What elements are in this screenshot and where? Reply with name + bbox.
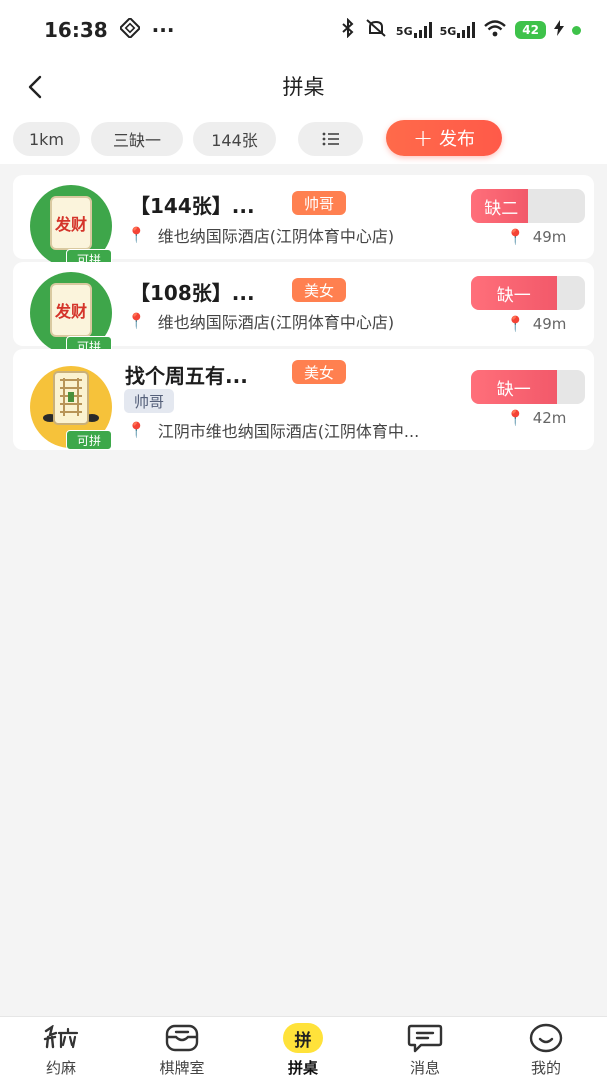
plus-icon: +: [412, 124, 434, 152]
card-distance: 📍 49m: [506, 315, 566, 333]
tab-messages[interactable]: 消息: [385, 1023, 465, 1080]
seat-status-label: 缺一: [496, 379, 531, 400]
tab-yuema[interactable]: 约麻: [21, 1023, 101, 1080]
charging-icon: [554, 20, 564, 40]
card-title: 【144张】...: [130, 194, 255, 218]
avatar: 发财 可拼: [30, 185, 112, 269]
distance-text: 42m: [532, 409, 567, 427]
tab-label: 拼桌: [287, 1059, 318, 1077]
wifi-icon: [483, 19, 507, 41]
table-card[interactable]: 发财 可拼 【144张】... 帅哥 📍 维也纳国际酒店(江阴体育中心店) 缺二…: [13, 175, 594, 269]
card-title: 找个周五有...: [125, 364, 248, 388]
notification-dot: [572, 25, 581, 35]
gender-tag: 帅哥: [292, 191, 347, 215]
mahjong-room-icon: [164, 1023, 200, 1053]
signal-1: 5G: [396, 22, 432, 38]
signal-2: 5G: [440, 22, 476, 38]
address-text: 维也纳国际酒店(江阴体育中心店): [157, 313, 395, 332]
bluetooth-icon: [340, 17, 356, 42]
back-button[interactable]: [18, 70, 52, 104]
message-icon: [407, 1023, 443, 1053]
filter-list-button[interactable]: [298, 122, 363, 156]
user-tag: 帅哥: [124, 389, 175, 413]
publish-button[interactable]: + 发布: [386, 120, 502, 156]
seat-status-bar[interactable]: 缺一: [471, 276, 585, 310]
distance-text: 49m: [532, 228, 567, 246]
list-icon: [322, 132, 339, 146]
card-distance: 📍 42m: [506, 409, 566, 427]
chevron-left-icon: [28, 75, 42, 99]
filter-tiles[interactable]: 144张: [193, 122, 276, 156]
card-address: 📍 维也纳国际酒店(江阴体育中心店): [127, 223, 394, 247]
avatar-tag: 可拼: [66, 430, 112, 450]
status-bar: 16:38 ··· 5G 5G 42: [0, 0, 607, 60]
location-pin-icon: 📍: [506, 228, 525, 246]
seat-status-bar[interactable]: 缺一: [471, 370, 585, 404]
card-distance: 📍 49m: [506, 228, 566, 246]
table-card[interactable]: 发财 可拼 【108张】... 美女 📍 维也纳国际酒店(江阴体育中心店) 缺一…: [13, 262, 594, 356]
filter-bar: 1km 三缺一 144张 + 发布: [0, 112, 607, 164]
seat-status-bar[interactable]: 缺二: [471, 189, 585, 223]
tab-pinzhuo[interactable]: 拼 拼桌: [263, 1023, 343, 1080]
nav-bar: 拼桌: [0, 60, 607, 112]
location-pin-icon: 📍: [127, 226, 146, 244]
nfc-icon: [118, 16, 141, 43]
gender-tag: 美女: [292, 360, 347, 384]
address-text: 维也纳国际酒店(江阴体育中心店): [157, 227, 395, 246]
table-card[interactable]: 可拼 找个周五有... 美女 帅哥 📍 江阴市维也纳国际酒店(江阴体育中... …: [13, 349, 594, 450]
pin-badge-icon: 拼: [283, 1023, 323, 1053]
smile-icon: [529, 1023, 563, 1053]
tab-mahjong-room[interactable]: 棋牌室: [142, 1023, 222, 1080]
seat-status-label: 缺二: [484, 198, 519, 219]
battery-indicator: 42: [515, 21, 546, 39]
avatar-tile-text: 发财: [54, 215, 87, 234]
page-title: 拼桌: [282, 75, 325, 99]
distance-text: 49m: [532, 315, 567, 333]
publish-label: 发布: [439, 129, 476, 150]
mute-icon: [364, 18, 388, 42]
avatar: 发财 可拼: [30, 272, 112, 356]
status-time: 16:38: [44, 18, 108, 42]
seat-status-label: 缺一: [496, 285, 531, 306]
yuema-logo-icon: [42, 1023, 80, 1053]
tab-label: 我的: [530, 1059, 561, 1077]
tab-label: 消息: [409, 1059, 440, 1077]
card-address: 📍 江阴市维也纳国际酒店(江阴体育中...: [127, 418, 419, 442]
location-pin-icon: 📍: [506, 315, 525, 333]
card-address: 📍 维也纳国际酒店(江阴体育中心店): [127, 309, 394, 333]
status-left: 16:38 ···: [44, 16, 175, 43]
tab-label: 约麻: [45, 1059, 76, 1077]
status-right: 5G 5G 42: [340, 17, 581, 42]
card-title: 【108张】...: [130, 281, 255, 305]
bottom-tab-bar: 约麻 棋牌室 拼 拼桌 消息 我的: [0, 1016, 607, 1080]
location-pin-icon: 📍: [506, 409, 525, 427]
avatar: 可拼: [30, 366, 112, 450]
filter-seats[interactable]: 三缺一: [91, 122, 183, 156]
avatar-tile-text: 发财: [54, 302, 87, 321]
filter-distance[interactable]: 1km: [13, 122, 80, 156]
status-more: ···: [151, 18, 175, 42]
location-pin-icon: 📍: [127, 312, 146, 330]
address-text: 江阴市维也纳国际酒店(江阴体育中...: [157, 422, 420, 441]
tab-label: 棋牌室: [159, 1059, 205, 1077]
location-pin-icon: 📍: [127, 421, 146, 439]
tab-profile[interactable]: 我的: [506, 1023, 586, 1080]
gender-tag: 美女: [292, 278, 347, 302]
